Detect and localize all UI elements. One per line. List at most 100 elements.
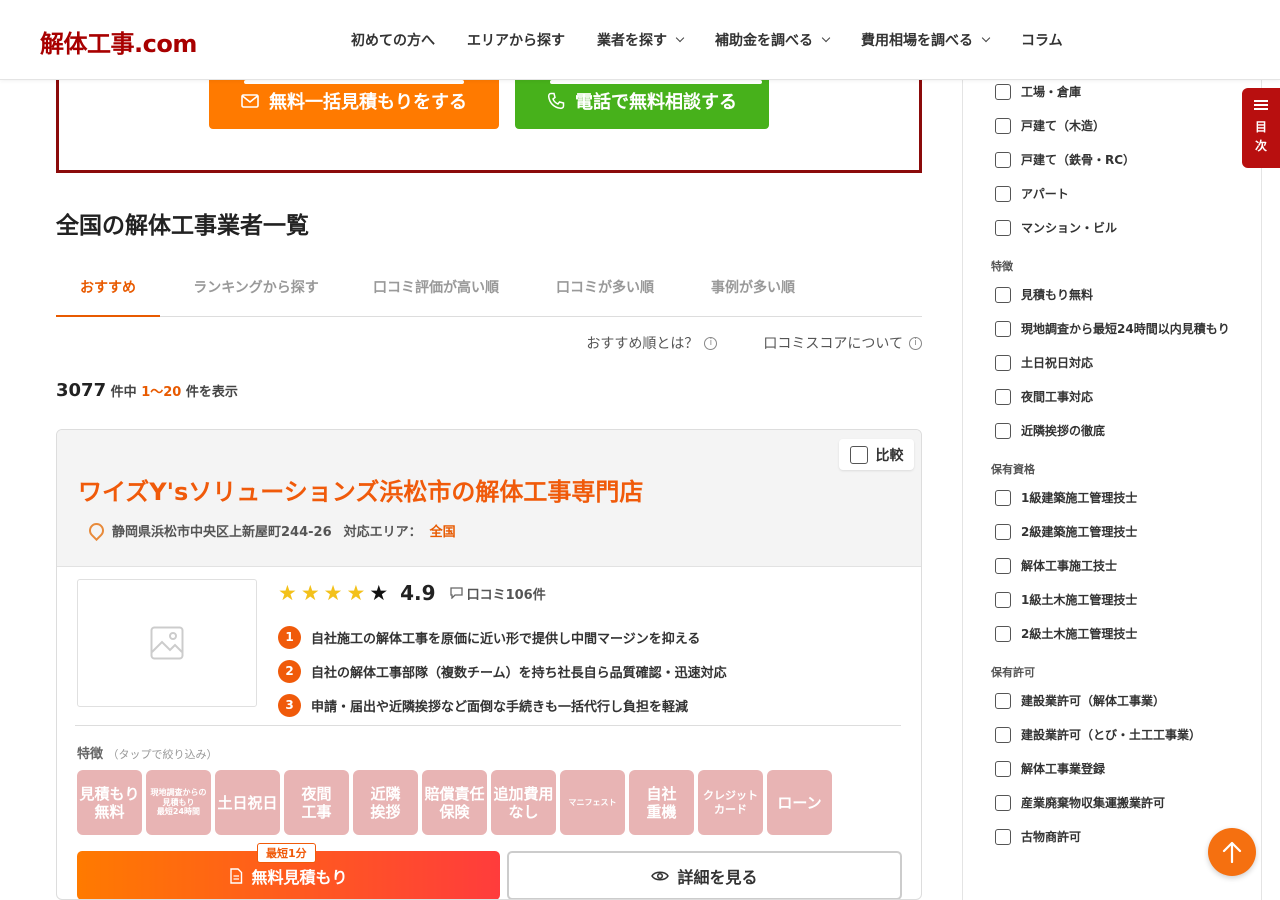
toc-button[interactable]: 目 次	[1242, 88, 1280, 168]
tab-recommended[interactable]: おすすめ	[56, 262, 160, 317]
filter-option[interactable]: 建設業許可（解体工事業）	[995, 692, 1165, 709]
point-text: 自社の解体工事部隊（複数チーム）を持ち社長自ら品質確認・迅速対応	[311, 665, 727, 681]
feature-chip[interactable]: ローン	[767, 770, 832, 835]
filter-option[interactable]: アパート	[995, 185, 1069, 202]
checkbox[interactable]	[995, 692, 1011, 709]
checkbox[interactable]	[995, 489, 1011, 506]
page-title: 全国の解体工事業者一覧	[56, 213, 309, 239]
checkbox[interactable]	[995, 219, 1011, 236]
filter-option[interactable]: 古物商許可	[995, 828, 1081, 845]
filter-option-label: アパート	[1021, 187, 1069, 201]
filter-option-label: 工場・倉庫	[1021, 85, 1082, 99]
point-text: 申請・届出や近隣挨拶など面倒な手続きも一括代行し負担を軽減	[311, 699, 689, 715]
filter-option[interactable]: 戸建て（木造）	[995, 117, 1105, 134]
feature-chip[interactable]: 追加費用 なし	[491, 770, 556, 835]
star-filled-icon: ★	[323, 580, 343, 605]
filter-option[interactable]: 土日祝日対応	[995, 354, 1093, 371]
features-hint: （タップで絞り込み）	[107, 748, 218, 761]
nav-first-time[interactable]: 初めての方へ	[351, 30, 435, 50]
filter-option[interactable]: マンション・ビル	[995, 219, 1117, 236]
tab-ranking[interactable]: ランキングから探す	[178, 262, 334, 317]
checkbox[interactable]	[995, 388, 1011, 405]
filter-option[interactable]: 戸建て（鉄骨・RC）	[995, 151, 1135, 168]
checkbox[interactable]	[995, 320, 1011, 337]
nav-subsidy[interactable]: 補助金を調べる	[715, 30, 831, 50]
free-estimate-button[interactable]: 最短1分 無料見積もり	[77, 843, 500, 899]
checkbox[interactable]	[995, 185, 1011, 202]
checkbox[interactable]	[995, 422, 1011, 439]
area-label: 対応エリア：	[343, 525, 422, 540]
nav-find-company[interactable]: 業者を探す	[597, 30, 685, 50]
filter-option-label: 現地調査から最短24時間以内見積もり	[1021, 322, 1230, 336]
filter-option[interactable]: 産業廃棄物収集運搬業許可	[995, 794, 1165, 811]
document-icon	[230, 867, 243, 884]
company-thumbnail	[77, 579, 257, 707]
filter-option[interactable]: 近隣挨拶の徹底	[995, 422, 1105, 439]
feature-chip[interactable]: 現地調査からの 見積もり 最短24時間	[146, 770, 211, 835]
checkbox[interactable]	[995, 286, 1011, 303]
rating-row: ★ ★ ★ ★ ★ 4.9 口コミ106件	[278, 581, 546, 605]
recommend-help-link[interactable]: おすすめ順とは？ i	[586, 333, 718, 353]
view-details-label: 詳細を見る	[677, 867, 758, 887]
checkbox[interactable]	[995, 828, 1011, 845]
nav-column[interactable]: コラム	[1021, 30, 1063, 50]
count-range: 1〜20	[141, 385, 182, 400]
filter-option[interactable]: 解体工事業登録	[995, 760, 1105, 777]
feature-chip[interactable]: 土日祝日	[215, 770, 280, 835]
filter-option[interactable]: 建設業許可（とび・土工工事業）	[995, 726, 1201, 743]
checkbox[interactable]	[995, 794, 1011, 811]
filter-option[interactable]: 現地調査から最短24時間以内見積もり	[995, 320, 1230, 337]
checkbox[interactable]	[849, 445, 868, 464]
checkbox[interactable]	[995, 83, 1011, 100]
feature-chip[interactable]: 近隣 挨拶	[353, 770, 418, 835]
feature-chip[interactable]: 自社 重機	[629, 770, 694, 835]
tab-case-count[interactable]: 事例が多い順	[696, 262, 810, 317]
filter-option[interactable]: 2級土木施工管理技士	[995, 625, 1137, 642]
feature-chip[interactable]: 夜間 工事	[284, 770, 349, 835]
feature-chip[interactable]: マニフェスト	[560, 770, 625, 835]
speech-bubble-icon	[449, 587, 463, 599]
filter-option[interactable]: 2級建築施工管理技士	[995, 523, 1137, 540]
info-icon: i	[704, 336, 718, 350]
card-divider	[75, 725, 901, 726]
feature-chip[interactable]: 賠償責任 保険	[422, 770, 487, 835]
view-details-button[interactable]: 詳細を見る	[507, 851, 902, 899]
feature-chip[interactable]: 見積もり 無料	[77, 770, 142, 835]
help-links: おすすめ順とは？ i 口コミスコアについて i	[586, 333, 922, 353]
site-logo[interactable]: 解体工事.com	[40, 24, 197, 59]
tab-review-count[interactable]: 口コミが多い順	[540, 262, 670, 317]
filter-option[interactable]: 工場・倉庫	[995, 83, 1081, 100]
filter-option[interactable]: 解体工事施工技士	[995, 557, 1117, 574]
back-to-top-button[interactable]	[1208, 828, 1256, 876]
point-number: 3	[278, 693, 301, 717]
nav-price[interactable]: 費用相場を調べる	[861, 30, 991, 50]
filter-option[interactable]: 1級土木施工管理技士	[995, 591, 1137, 608]
score-help-link[interactable]: 口コミスコアについて i	[763, 333, 922, 353]
checkbox[interactable]	[995, 760, 1011, 777]
filter-option[interactable]: 夜間工事対応	[995, 388, 1093, 405]
map-pin-icon	[85, 519, 108, 542]
filter-group-label: 特徴	[991, 260, 1013, 273]
nav-area[interactable]: エリアから探す	[467, 30, 565, 50]
compare-checkbox[interactable]: 比較	[839, 439, 914, 470]
filter-option[interactable]: 見積もり無料	[995, 286, 1093, 303]
bulk-estimate-label: 無料一括見積もりをする	[269, 91, 467, 113]
filter-option[interactable]: 1級建築施工管理技士	[995, 489, 1137, 506]
checkbox[interactable]	[995, 557, 1011, 574]
checkbox[interactable]	[995, 151, 1011, 168]
star-empty-icon: ★	[369, 580, 389, 605]
checkbox[interactable]	[995, 523, 1011, 540]
help-label: 口コミスコアについて	[763, 336, 903, 352]
review-count-link[interactable]: 口コミ106件	[449, 584, 546, 603]
checkbox[interactable]	[995, 591, 1011, 608]
checkbox[interactable]	[995, 117, 1011, 134]
filter-option-label: 土日祝日対応	[1021, 356, 1094, 370]
site-header: 解体工事.com 初めての方へ エリアから探す 業者を探す 補助金を調べる 費用…	[0, 0, 1280, 80]
filter-option-label: マンション・ビル	[1021, 221, 1118, 235]
feature-chip[interactable]: クレジット カード	[698, 770, 763, 835]
checkbox[interactable]	[995, 354, 1011, 371]
checkbox[interactable]	[995, 625, 1011, 642]
tab-rating[interactable]: 口コミ評価が高い順	[358, 262, 514, 317]
checkbox[interactable]	[995, 726, 1011, 743]
company-name[interactable]: ワイズY'sソリューションズ浜松市の解体工事専門店	[78, 472, 643, 507]
